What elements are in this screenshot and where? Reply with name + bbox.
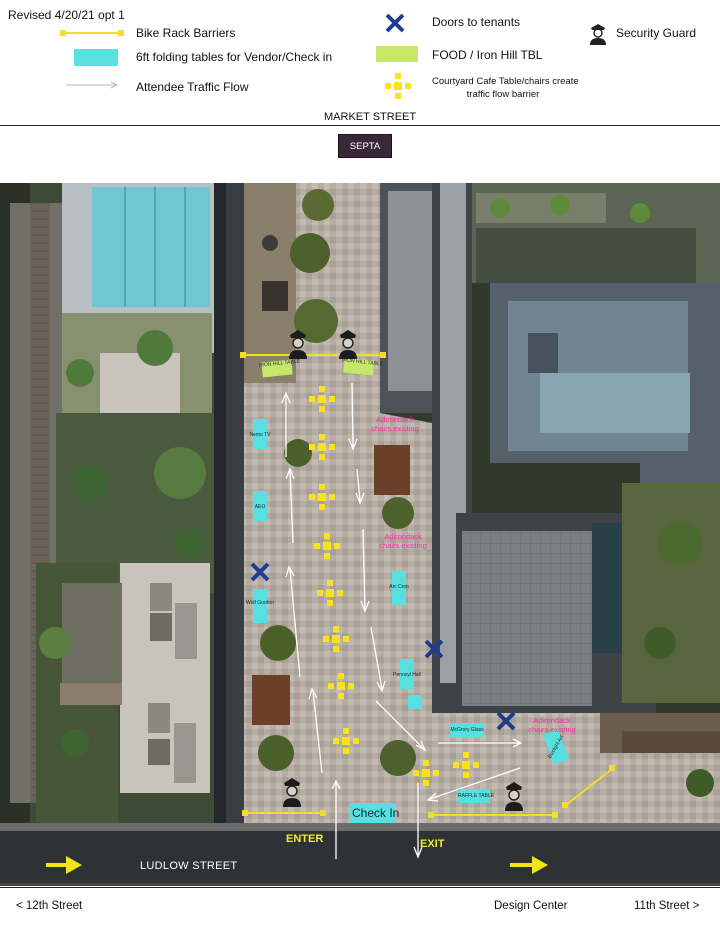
food-legend-icon <box>376 46 418 62</box>
footer-design-center: Design Center <box>494 900 568 912</box>
traffic-arrow-legend-icon <box>66 81 119 89</box>
market-street-label: MARKET STREET <box>324 111 417 123</box>
vendor-nemo-label: Nemo TV <box>249 432 271 438</box>
vendor-pennsyl-label: Pennsyl Hall <box>393 672 421 678</box>
ludlow-street-label: LUDLOW STREET <box>140 860 238 872</box>
legend-traffic-label: Attendee Traffic Flow <box>136 80 249 94</box>
adirondack-note-1-line-2: chairs existing <box>371 424 419 433</box>
adirondack-chairs-note-3: Adirondack chairs existing <box>520 716 584 734</box>
legend-bike-rack-label: Bike Rack Barriers <box>136 26 236 40</box>
vendor-arc-label: Arc Com <box>389 584 409 590</box>
table-legend-icon <box>74 49 118 66</box>
door-x-legend-icon <box>385 13 405 33</box>
security-guard-legend-icon <box>590 24 606 45</box>
adirondack-note-1-line-1: Adirondack <box>376 415 414 424</box>
legend-tables-label: 6ft folding tables for Vendor/Check in <box>136 50 333 64</box>
adirondack-chairs-note-1: Adirondack chairs existing <box>360 415 430 433</box>
vendor-raffle-label: RAFFLE TABLE <box>458 793 494 799</box>
revision-label: Revised 4/20/21 opt 1 <box>8 8 125 22</box>
adirondack-note-2-line-2: chairs existing <box>379 541 427 550</box>
check-in-label: Check In <box>352 806 400 820</box>
vendor-mcgrory-label: McGrory Glass <box>450 727 484 733</box>
enter-label: ENTER <box>286 833 324 845</box>
footer-12th-street: < 12th Street <box>16 900 83 912</box>
exit-label: EXIT <box>420 838 445 850</box>
adirondack-chairs-note-2: Adirondack chairs existing <box>368 532 438 550</box>
footer-11th-street: 11th Street > <box>634 900 700 912</box>
aerial-site-map: IRON HILL TABLE IRON HILL TABLE Nemo TV … <box>0 183 720 886</box>
legend-doors-label: Doors to tenants <box>432 15 521 29</box>
legend-food-label: FOOD / Iron Hill TBL <box>432 48 543 62</box>
vendor-wolf-label: Wolf Gordon <box>246 600 274 606</box>
ludlow-street-divider <box>0 887 720 888</box>
septa-station-label: SEPTA <box>338 134 392 158</box>
adirondack-note-2-line-1: Adirondack <box>384 532 422 541</box>
legend-cafe-label: Courtyard Cafe Table/chairs create traff… <box>432 75 579 101</box>
bike-rack-legend-icon <box>60 30 124 36</box>
cafe-table-legend-icon <box>385 73 411 99</box>
legend-cafe-line-2: traffic flow barrier <box>466 89 540 100</box>
legend-guard-label: Security Guard <box>616 26 697 40</box>
adirondack-note-3-line-2: chairs existing <box>528 725 576 734</box>
market-street-divider <box>0 125 720 126</box>
legend-cafe-line-1: Courtyard Cafe Table/chairs create <box>432 76 579 87</box>
vendor-aeo-label: AEO <box>254 504 266 510</box>
adirondack-note-3-line-1: Adirondack <box>533 716 571 725</box>
aerial-map-graphic <box>0 183 720 886</box>
